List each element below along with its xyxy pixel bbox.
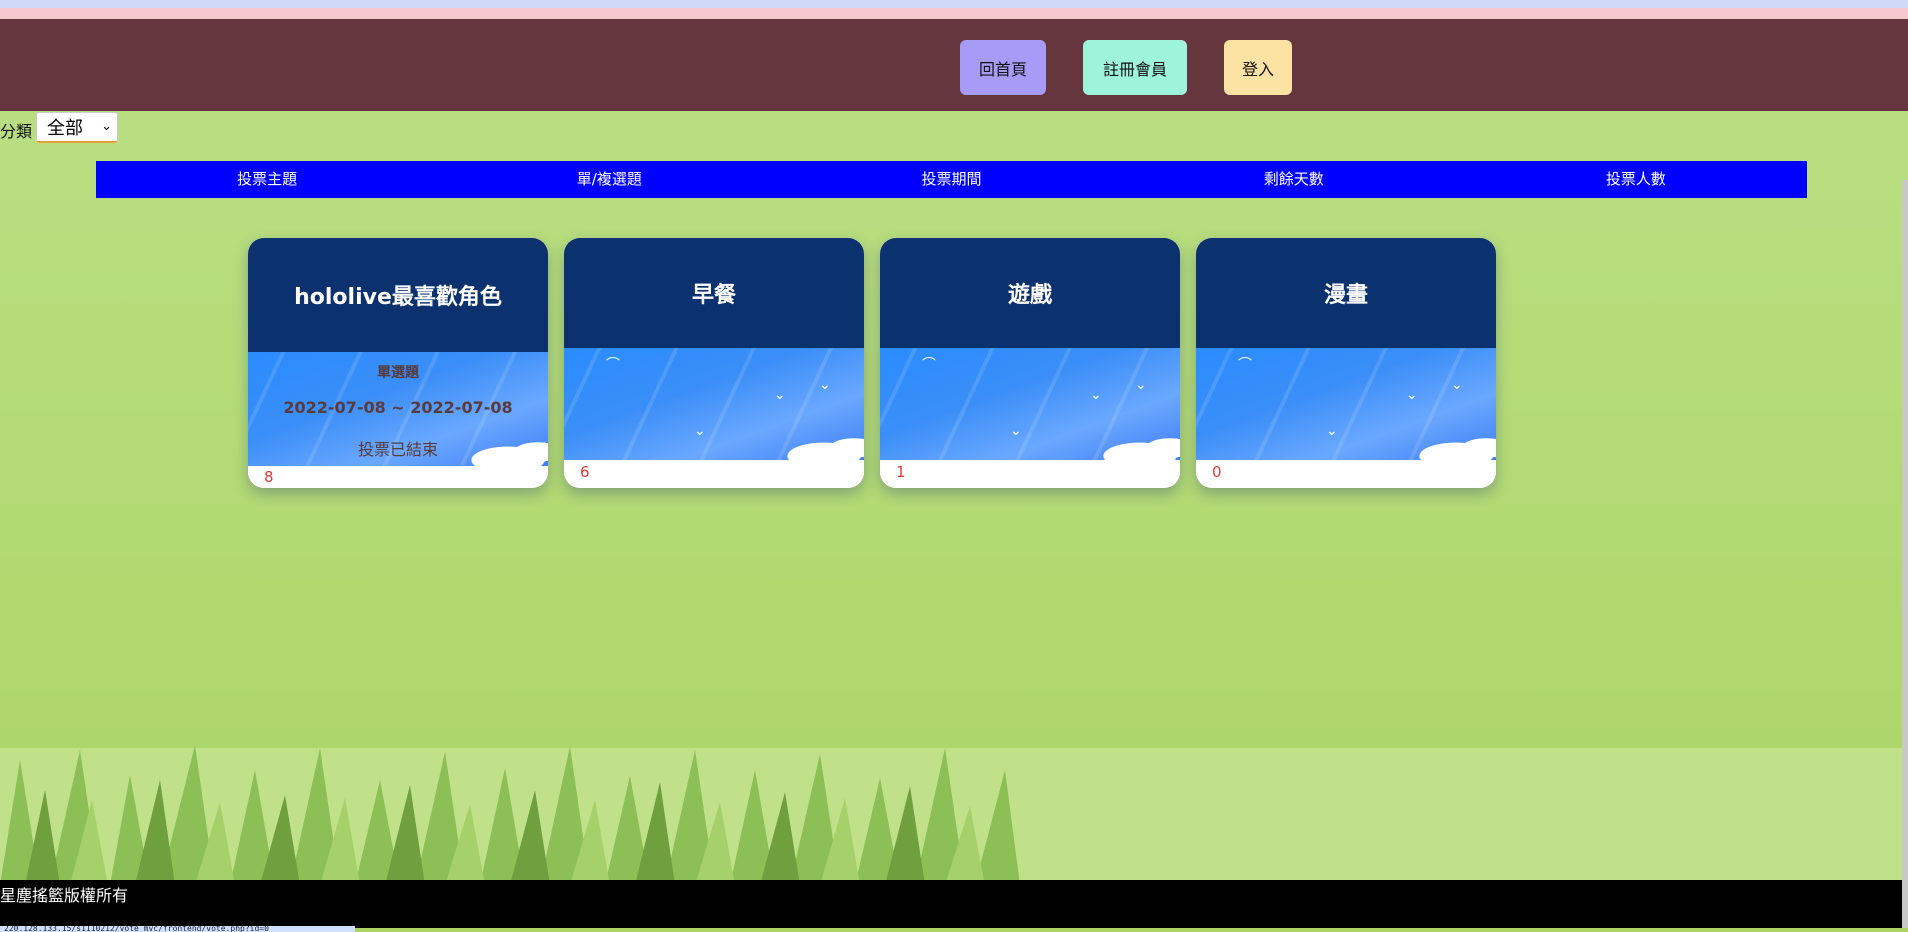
header-remaining-days: 剩餘天數 [1263, 170, 1324, 188]
card-title: 早餐 [564, 238, 864, 348]
bird-icon: ⌄ [1010, 423, 1022, 439]
card-voter-count: 1 [880, 460, 1180, 488]
bird-icon: ⌒ [1238, 357, 1252, 373]
category-selected-value: 全部 [47, 118, 83, 139]
bird-icon: ⌄ [1326, 423, 1338, 439]
card-voter-count: 6 [564, 460, 864, 488]
bird-icon: ⌄ [1090, 387, 1102, 403]
card-voter-count: 0 [1196, 460, 1496, 488]
card-sky-image: ⌒ ⌄ ⌄ ⌄ [880, 348, 1180, 460]
card-vote-type: 單選題 [377, 365, 419, 381]
bird-icon: ⌄ [819, 377, 831, 393]
page-top-strip [0, 8, 1908, 19]
bird-icon: ⌄ [774, 387, 786, 403]
header-topic: 投票主題 [237, 170, 298, 188]
card-sky-image: ⌒ ⌄ ⌄ ⌄ [564, 348, 864, 460]
card-voter-count: 8 [248, 466, 548, 488]
vertical-scrollbar[interactable] [1902, 180, 1908, 928]
header-voter-count: 投票人數 [1605, 170, 1666, 188]
bird-icon: ⌄ [1451, 377, 1463, 393]
login-button[interactable]: 登入 [1224, 40, 1292, 95]
bird-icon: ⌒ [606, 357, 620, 373]
vote-card-games[interactable]: 遊戲 ⌒ ⌄ ⌄ ⌄ 1 [880, 238, 1180, 488]
bird-icon: ⌄ [1406, 387, 1418, 403]
chevron-down-icon: ⌄ [101, 119, 112, 134]
site-header: 回首頁 註冊會員 登入 [0, 19, 1908, 111]
browser-top-strip [0, 0, 1908, 8]
card-vote-status: 投票已結束 [357, 440, 438, 459]
home-button[interactable]: 回首頁 [960, 40, 1046, 95]
bird-icon: ⌄ [694, 423, 706, 439]
bird-icon: ⌒ [922, 357, 936, 373]
category-select[interactable]: 全部 ⌄ [36, 112, 118, 143]
card-title: hololive最喜歡角色 [248, 238, 548, 352]
browser-status-url: 220.128.133.15/s1110212/vote_mvc/fronten… [0, 926, 355, 932]
header-type: 單/複選題 [576, 170, 642, 188]
header-period: 投票期間 [921, 170, 982, 188]
vote-table-header: 投票主題 單/複選題 投票期間 剩餘天數 投票人數 [96, 161, 1807, 198]
vote-card-breakfast[interactable]: 早餐 ⌒ ⌄ ⌄ ⌄ 6 [564, 238, 864, 488]
card-sky-image: ⌒ ⌄ ⌄ ⌄ [1196, 348, 1496, 460]
vote-card-comics[interactable]: 漫畫 ⌒ ⌄ ⌄ ⌄ 0 [1196, 238, 1496, 488]
copyright-text: 星塵搖籃版權所有 [0, 886, 129, 905]
grass-decoration [0, 745, 1020, 885]
card-title: 遊戲 [880, 238, 1180, 348]
register-button[interactable]: 註冊會員 [1083, 40, 1187, 95]
category-label: 分類 [0, 122, 33, 141]
card-vote-period: 2022-07-08 ~ 2022-07-08 [283, 398, 513, 417]
vote-card-hololive[interactable]: hololive最喜歡角色 單選題 2022-07-08 ~ 2022-07-0… [248, 238, 548, 488]
card-title: 漫畫 [1196, 238, 1496, 348]
bird-icon: ⌄ [1135, 377, 1147, 393]
site-footer: 星塵搖籃版權所有 [0, 880, 1908, 928]
